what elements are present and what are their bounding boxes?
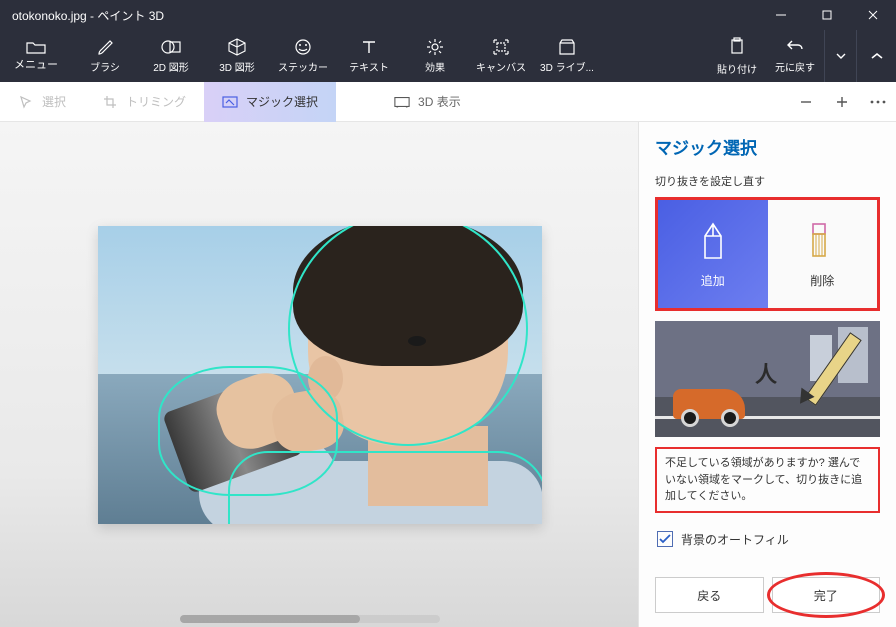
view-3d-icon: [394, 94, 410, 110]
canvas-icon: [490, 38, 512, 56]
menu-button[interactable]: メニュー: [0, 30, 72, 82]
magic-select-panel: マジック選択 切り抜きを設定し直す 追加 削除: [638, 122, 896, 627]
section-label: 切り抜きを設定し直す: [655, 173, 880, 189]
autofill-label: 背景のオートフィル: [681, 531, 789, 548]
remove-mode-button[interactable]: 削除: [768, 200, 878, 308]
minimize-icon: [776, 10, 786, 20]
add-mode-button[interactable]: 追加: [658, 200, 768, 308]
close-button[interactable]: [850, 0, 896, 30]
paste-button[interactable]: 貼り付け: [708, 30, 766, 82]
undo-button[interactable]: 元に戻す: [766, 30, 824, 82]
mode-row-highlight: 追加 削除: [655, 197, 880, 311]
eraser-icon: [805, 220, 839, 262]
zoom-out-button[interactable]: [788, 82, 824, 122]
plus-icon: [835, 95, 849, 109]
canvas-image[interactable]: [98, 226, 542, 524]
caret-down-icon: [836, 53, 846, 59]
done-button[interactable]: 完了: [772, 577, 881, 613]
shapes-2d-icon: [160, 38, 182, 56]
zoom-in-button[interactable]: [824, 82, 860, 122]
menu-label: メニュー: [14, 56, 58, 72]
window-title: otokonoko.jpg - ペイント 3D: [12, 7, 164, 24]
cursor-icon: [18, 94, 34, 110]
tool-effects[interactable]: 効果: [402, 30, 468, 82]
done-highlight-ring: [767, 572, 886, 618]
tool-stickers[interactable]: ステッカー: [270, 30, 336, 82]
tutorial-preview: 人: [655, 321, 880, 437]
panel-title: マジック選択: [655, 134, 880, 159]
minimize-button[interactable]: [758, 0, 804, 30]
hint-text: 不足している領域がありますか? 選んでいない領域をマークして、切り抜きに追加して…: [655, 447, 880, 513]
undo-icon: [786, 39, 804, 56]
tool-canvas[interactable]: キャンバス: [468, 30, 534, 82]
checkbox-checked-icon: [657, 531, 673, 547]
minus-icon: [799, 95, 813, 109]
text-icon: [358, 38, 380, 56]
horizontal-scrollbar[interactable]: [180, 615, 440, 623]
crop-tool[interactable]: トリミング: [84, 82, 204, 122]
tool-brushes[interactable]: ブラシ: [72, 30, 138, 82]
expand-panel-button[interactable]: [856, 30, 896, 82]
scrollbar-thumb[interactable]: [180, 615, 360, 623]
select-tool[interactable]: 選択: [0, 82, 84, 122]
tool-3d-library[interactable]: 3D ライブ...: [534, 30, 600, 82]
magic-select-icon: [222, 94, 238, 110]
ellipsis-icon: [870, 100, 886, 104]
maximize-icon: [822, 10, 832, 20]
folder-icon: [26, 40, 46, 54]
library-icon: [556, 38, 578, 56]
maximize-button[interactable]: [804, 0, 850, 30]
tool-2d-shapes[interactable]: 2D 図形: [138, 30, 204, 82]
tool-text[interactable]: テキスト: [336, 30, 402, 82]
close-icon: [868, 10, 878, 20]
shapes-3d-icon: [226, 38, 248, 56]
more-button[interactable]: [860, 82, 896, 122]
brush-icon: [94, 38, 116, 56]
autofill-checkbox[interactable]: 背景のオートフィル: [655, 527, 880, 552]
sticker-icon: [292, 38, 314, 56]
crop-icon: [102, 94, 118, 110]
history-dropdown[interactable]: [824, 30, 856, 82]
paste-icon: [728, 37, 746, 58]
canvas-viewport[interactable]: [0, 122, 638, 627]
chevron-up-icon: [870, 52, 884, 60]
back-button[interactable]: 戻る: [655, 577, 764, 613]
pencil-add-icon: [696, 220, 730, 262]
photo-content: [98, 226, 542, 524]
magic-select-tool[interactable]: マジック選択: [204, 82, 336, 122]
tool-3d-shapes[interactable]: 3D 図形: [204, 30, 270, 82]
effects-icon: [424, 38, 446, 56]
view-3d-button[interactable]: 3D 表示: [376, 82, 479, 122]
